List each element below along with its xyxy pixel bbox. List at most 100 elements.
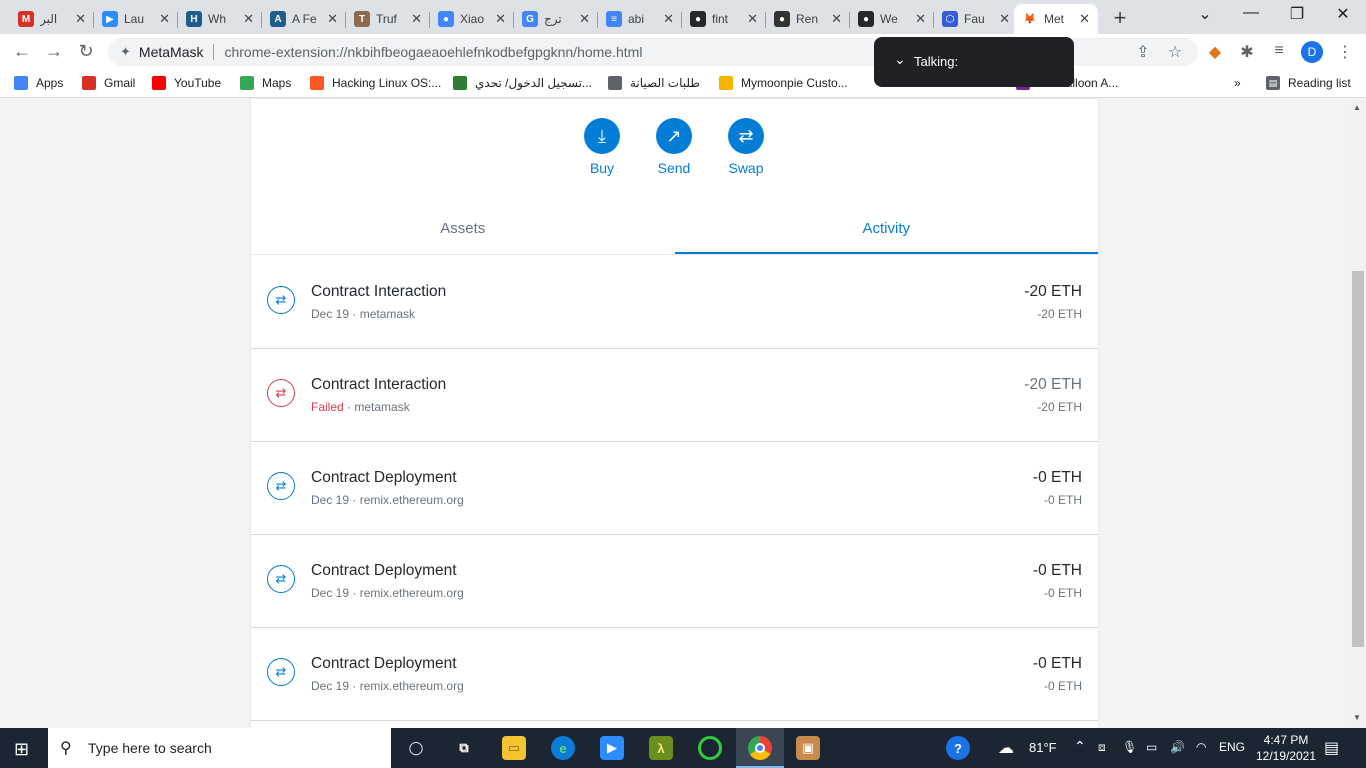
network-device-icon[interactable]: ⧈	[1098, 740, 1106, 755]
forward-icon[interactable]: →	[42, 41, 66, 62]
lambda-app-icon[interactable]: λ	[649, 736, 673, 760]
browser-tab[interactable]: ● We ✕	[850, 4, 934, 34]
close-tab-icon[interactable]: ✕	[75, 11, 86, 27]
browser-tab[interactable]: ≡ abi ✕	[598, 4, 682, 34]
minimize-button[interactable]: —	[1236, 4, 1266, 22]
browser-tab[interactable]: G ترج ✕	[514, 4, 598, 34]
swap-button[interactable]: ⇄ Swap	[716, 118, 776, 176]
bookmark-item[interactable]: طلبات الصيانة	[608, 76, 700, 90]
github-icon: ●	[858, 11, 874, 27]
chevron-down-icon[interactable]: ⌄	[894, 51, 906, 68]
close-tab-icon[interactable]: ✕	[159, 11, 170, 27]
close-tab-icon[interactable]: ✕	[915, 11, 926, 27]
action-label: Send	[657, 160, 691, 176]
scroll-up-icon[interactable]: ▲	[1353, 103, 1361, 112]
wifi-icon[interactable]: ◠	[1196, 740, 1206, 754]
tab-assets[interactable]: Assets	[251, 199, 675, 254]
close-tab-icon[interactable]: ✕	[411, 11, 422, 27]
media-control-icon[interactable]: ≡	[1268, 42, 1290, 60]
close-tab-icon[interactable]: ✕	[327, 11, 338, 27]
swap-icon: ⇄	[267, 658, 295, 686]
scroll-down-icon[interactable]: ▼	[1353, 713, 1361, 722]
transaction-row[interactable]: ⇄ Contract Deployment Dec 19 · remix.ether…	[251, 442, 1098, 535]
weather-temp[interactable]: 81°F	[1029, 740, 1057, 755]
tab-search-icon[interactable]: ⌄	[1190, 4, 1220, 24]
browser-tab[interactable]: ● fint ✕	[682, 4, 766, 34]
reload-icon[interactable]: ↻	[74, 41, 98, 62]
bookmark-label: YouTube	[174, 76, 222, 90]
browser-tab[interactable]: H Wh ✕	[178, 4, 262, 34]
bookmark-label: Mymoonpie Custo...	[741, 76, 848, 90]
close-tab-icon[interactable]: ✕	[1079, 11, 1090, 27]
bookmark-label: تسجيل الدخول/ تحدي...	[475, 76, 592, 90]
browser-tab[interactable]: ▶ Lau ✕	[94, 4, 178, 34]
windows-start-icon[interactable]: ⊞	[14, 739, 29, 760]
close-tab-icon[interactable]: ✕	[831, 11, 842, 27]
browser-tab[interactable]: 🦊 Met ✕	[1014, 4, 1098, 34]
globe-icon	[608, 76, 622, 90]
language-indicator[interactable]: ENG	[1219, 740, 1245, 754]
transaction-date: Dec 19	[311, 679, 350, 693]
download-icon: ⤓	[584, 118, 620, 154]
profile-avatar[interactable]: D	[1301, 41, 1323, 63]
more-bookmarks-button[interactable]: »	[1234, 76, 1241, 90]
close-tab-icon[interactable]: ✕	[243, 11, 254, 27]
microphone-icon[interactable]: 🎙	[1122, 740, 1137, 754]
battery-icon[interactable]: ▭	[1146, 740, 1157, 754]
browser-tab[interactable]: T Truf ✕	[346, 4, 430, 34]
metamask-extension-icon[interactable]: ◆	[1204, 42, 1226, 62]
bookmark-item[interactable]: Gmail	[82, 76, 135, 90]
bookmark-item[interactable]: Apps	[14, 76, 63, 90]
notifications-icon[interactable]: ▤	[1324, 738, 1339, 758]
box-app-icon[interactable]: ▣	[796, 736, 820, 760]
close-tab-icon[interactable]: ✕	[747, 11, 758, 27]
chrome-icon[interactable]	[748, 736, 772, 760]
file-explorer-icon[interactable]: ▭	[502, 736, 526, 760]
close-window-button[interactable]: ✕	[1328, 4, 1358, 24]
scrollbar-thumb[interactable]	[1352, 271, 1364, 647]
restore-button[interactable]: ❐	[1282, 4, 1312, 24]
reading-list-button[interactable]: ▤ Reading list	[1266, 76, 1351, 90]
bookmark-item[interactable]: Maps	[240, 76, 291, 90]
extensions-icon[interactable]: ✱	[1236, 42, 1258, 62]
transaction-row[interactable]: ⇄ Contract Interaction Dec 19 · metamask -2…	[251, 256, 1098, 349]
tab-activity[interactable]: Activity	[674, 199, 1098, 254]
chevron-up-icon[interactable]: ⌃	[1074, 738, 1086, 755]
zoom-app-icon[interactable]: ▶	[600, 736, 624, 760]
weather-cloud-icon[interactable]: ☁	[998, 738, 1014, 758]
transaction-row[interactable]: ⇄ Contract Deployment Dec 19 · remix.ether…	[251, 628, 1098, 721]
close-tab-icon[interactable]: ✕	[495, 11, 506, 27]
browser-tab[interactable]: ● Ren ✕	[766, 4, 850, 34]
bookmark-item[interactable]: Hacking Linux OS:...	[310, 76, 441, 90]
transaction-row[interactable]: ⇄ Contract Deployment Dec 19 · remix.ether…	[251, 535, 1098, 628]
taskbar-search[interactable]: ⚲ Type here to search	[48, 728, 391, 768]
share-icon[interactable]: ⇪	[1132, 42, 1154, 62]
clock[interactable]: 4:47 PM 12/19/2021	[1254, 732, 1318, 764]
help-icon[interactable]: ?	[946, 736, 970, 760]
browser-tab[interactable]: M البر ✕	[10, 4, 94, 34]
bookmark-item[interactable]: YouTube	[152, 76, 221, 90]
close-tab-icon[interactable]: ✕	[579, 11, 590, 27]
page-scrollbar[interactable]: ▲ ▼	[1350, 99, 1366, 728]
bookmark-star-icon[interactable]: ☆	[1164, 42, 1186, 62]
menu-kebab-icon[interactable]: ⋮	[1334, 42, 1356, 62]
volume-icon[interactable]: 🔊	[1170, 740, 1185, 754]
close-tab-icon[interactable]: ✕	[663, 11, 674, 27]
browser-tab[interactable]: A A Fe ✕	[262, 4, 346, 34]
bookmark-item[interactable]: Mymoonpie Custo...	[719, 76, 848, 90]
task-view-icon[interactable]: ⧉	[452, 736, 476, 760]
send-button[interactable]: ↗ Send	[644, 118, 704, 176]
transaction-row[interactable]: ⇄ Contract Interaction Failed · metamask -2…	[251, 349, 1098, 442]
site-icon	[453, 76, 467, 90]
edge-icon[interactable]: e	[551, 736, 575, 760]
tab-title: abi	[628, 12, 645, 26]
bookmark-item[interactable]: تسجيل الدخول/ تحدي...	[453, 76, 592, 90]
back-icon[interactable]: ←	[10, 41, 34, 62]
cortana-icon[interactable]: ◯	[404, 736, 428, 760]
browser-tab[interactable]: ● Xiao ✕	[430, 4, 514, 34]
browser-tab[interactable]: ⬡ Fau ✕	[934, 4, 1018, 34]
green-circle-app-icon[interactable]	[698, 736, 722, 760]
buy-button[interactable]: ⤓ Buy	[572, 118, 632, 176]
new-tab-button[interactable]: +	[1108, 5, 1132, 31]
close-tab-icon[interactable]: ✕	[999, 11, 1010, 27]
